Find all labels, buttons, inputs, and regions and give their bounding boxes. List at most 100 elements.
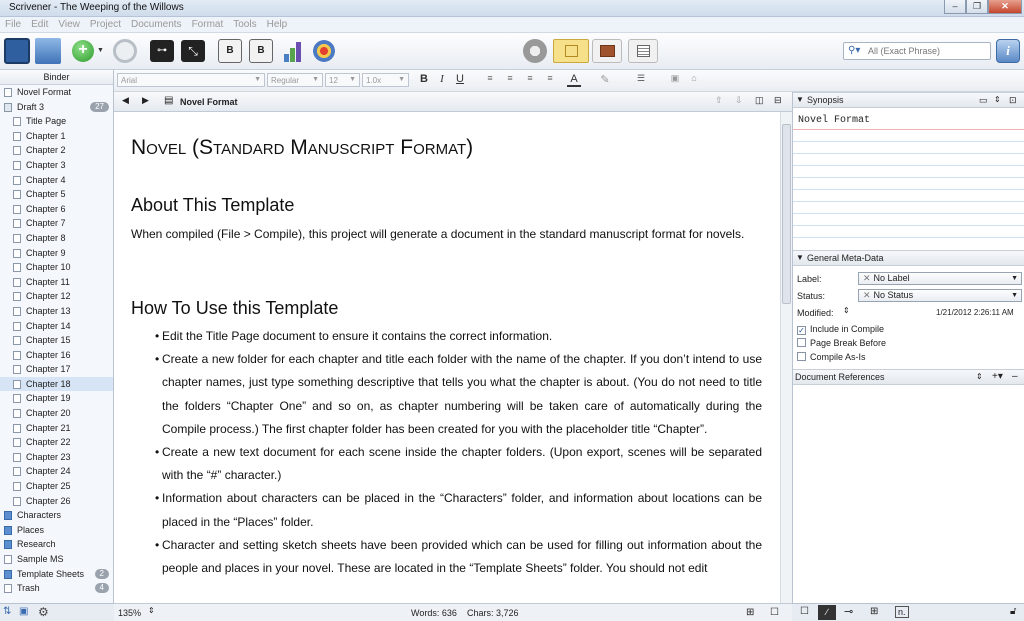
view-outliner-icon[interactable] — [628, 39, 658, 63]
binder-item[interactable]: Template Sheets 2 — [0, 567, 113, 582]
trash-icon[interactable] — [113, 39, 137, 63]
menu-format[interactable]: Format — [187, 17, 229, 30]
label-select[interactable]: ✕ No Label ▼ — [858, 272, 1022, 285]
image-icon[interactable]: ⊡ — [1009, 93, 1017, 107]
menu-file[interactable]: File — [0, 17, 26, 30]
align-justify-icon[interactable]: ≡ — [543, 73, 557, 83]
status-select[interactable]: ✕ No Status ▼ — [858, 289, 1022, 302]
search-input[interactable]: ⚲▾ All (Exact Phrase) — [843, 42, 991, 60]
bold-icon[interactable]: B — [417, 73, 431, 85]
keywords-icon[interactable]: ⊶ — [150, 40, 174, 62]
binder-item[interactable]: Novel Format — [0, 85, 113, 100]
binder-item[interactable]: Chapter 20 — [0, 406, 113, 421]
stepper-icon[interactable]: ⇕ — [976, 370, 983, 384]
zoom-stepper-icon[interactable]: ⇕ — [148, 606, 155, 615]
minimize-button[interactable]: – — [944, 0, 966, 14]
editor-text-area[interactable]: Novel (Standard Manuscript Format) About… — [114, 112, 780, 603]
inspector-toggle-icon[interactable]: i — [996, 39, 1020, 63]
maximize-button[interactable]: ❐ — [966, 0, 988, 14]
zoom-level[interactable]: 135% — [118, 608, 141, 618]
menu-edit[interactable]: Edit — [26, 17, 53, 30]
keywords-tab-icon[interactable]: ⊸ — [844, 605, 853, 618]
snapshot-camera-icon[interactable] — [523, 39, 547, 63]
forward-arrow-icon[interactable]: ▶ — [142, 95, 149, 106]
binder-toggle-icon[interactable] — [4, 38, 30, 64]
binder-item[interactable]: Characters — [0, 508, 113, 523]
split-vertical-icon[interactable]: ◫ — [755, 95, 764, 106]
new-folder-icon[interactable]: ▣ — [19, 606, 28, 617]
statistics-icon[interactable] — [282, 40, 304, 62]
synopsis-header[interactable]: ▼ Synopsis ▭ ⇕ ⊡ — [793, 92, 1024, 108]
binder-item[interactable]: Chapter 18 — [0, 376, 113, 392]
binder-item[interactable]: Chapter 5 — [0, 187, 113, 202]
binder-item[interactable]: Chapter 12 — [0, 289, 113, 304]
snapshot-icon[interactable]: B — [249, 39, 273, 63]
binder-item[interactable]: Chapter 17 — [0, 362, 113, 377]
text-color-icon[interactable]: A — [567, 73, 581, 87]
snapshots-tab-icon[interactable]: ⊞ — [870, 606, 878, 617]
binder-item[interactable]: Chapter 2 — [0, 143, 113, 158]
binder-item[interactable]: Chapter 22 — [0, 435, 113, 450]
back-arrow-icon[interactable]: ◀ — [122, 95, 129, 106]
comments-tab-icon[interactable]: n. — [895, 606, 909, 618]
add-icon[interactable]: + — [72, 40, 94, 62]
lock-icon[interactable]: 🔓︎ — [1010, 606, 1016, 617]
menu-documents[interactable]: Documents — [126, 17, 187, 30]
fullscreen-icon[interactable]: ⤡ — [181, 40, 205, 62]
binder-item[interactable]: Chapter 10 — [0, 260, 113, 275]
binder-item[interactable]: Chapter 8 — [0, 231, 113, 246]
next-doc-icon[interactable]: ⇩ — [735, 95, 743, 106]
document-references-header[interactable]: Document References ⇕ +▾ – — [793, 369, 1024, 385]
binder-item[interactable]: Draft 3 27 — [0, 100, 113, 115]
references-tab-icon[interactable]: ∕ — [818, 605, 836, 620]
notes-tab-icon[interactable]: ☐ — [800, 606, 809, 617]
align-left-icon[interactable]: ≡ — [483, 73, 497, 83]
image-icon[interactable]: ▣ — [668, 73, 682, 84]
binder-item[interactable]: Sample MS — [0, 552, 113, 567]
align-center-icon[interactable]: ≡ — [503, 73, 517, 83]
document-icon[interactable]: ▤ — [164, 95, 173, 106]
italic-icon[interactable]: I — [435, 73, 449, 85]
binder-item[interactable]: Chapter 7 — [0, 216, 113, 231]
page-break-before-checkbox[interactable]: Page Break Before — [797, 338, 886, 348]
binder-item[interactable]: Chapter 26 — [0, 494, 113, 509]
font-style-select[interactable]: Regular ▼ — [267, 73, 323, 87]
binder-item[interactable]: Chapter 6 — [0, 202, 113, 217]
compile-icon[interactable]: B — [218, 39, 242, 63]
binder-item[interactable]: Trash 4 — [0, 581, 113, 596]
editor-scrollbar[interactable] — [780, 112, 792, 603]
remove-reference-icon[interactable]: – — [1012, 370, 1018, 384]
footer-icon[interactable]: ☐ — [770, 607, 779, 618]
binder-item[interactable]: Chapter 3 — [0, 158, 113, 173]
binder-item[interactable]: Chapter 14 — [0, 319, 113, 334]
view-scrivenings-icon[interactable] — [553, 39, 589, 63]
binder-item[interactable]: Chapter 24 — [0, 464, 113, 479]
binder-item[interactable]: Chapter 21 — [0, 421, 113, 436]
align-right-icon[interactable]: ≡ — [523, 73, 537, 83]
font-family-select[interactable]: Arial ▼ — [117, 73, 265, 87]
binder-item[interactable]: Chapter 16 — [0, 348, 113, 363]
scrollbar-thumb[interactable] — [782, 124, 791, 304]
add-menu-chevron-icon[interactable]: ▼ — [97, 38, 107, 64]
binder-item[interactable]: Chapter 25 — [0, 479, 113, 494]
gear-icon[interactable]: ⚙ — [38, 605, 49, 619]
previous-doc-icon[interactable]: ⇧ — [715, 95, 723, 106]
font-size-select[interactable]: 12 ▼ — [325, 73, 360, 87]
date-stepper-icon[interactable]: ⇕ — [843, 306, 850, 315]
compile-as-is-checkbox[interactable]: Compile As-Is — [797, 352, 866, 362]
binder-item[interactable]: Title Page — [0, 114, 113, 129]
binder-item[interactable]: Chapter 23 — [0, 450, 113, 465]
include-in-compile-checkbox[interactable]: ✓ Include in Compile — [797, 324, 884, 335]
line-spacing-select[interactable]: 1.0x ▼ — [362, 73, 409, 87]
binder-item[interactable]: Chapter 19 — [0, 391, 113, 406]
view-corkboard-icon[interactable] — [592, 39, 622, 63]
menu-help[interactable]: Help — [262, 17, 293, 30]
list-icon[interactable]: ☰ — [634, 73, 648, 84]
binder-item[interactable]: Research — [0, 537, 113, 552]
binder-item[interactable]: Chapter 15 — [0, 333, 113, 348]
target-count-icon[interactable]: ⊞ — [746, 607, 754, 618]
binder-item[interactable]: Chapter 4 — [0, 173, 113, 188]
binder-item[interactable]: Chapter 9 — [0, 246, 113, 261]
binder-item[interactable]: Places — [0, 523, 113, 538]
highlight-icon[interactable]: ✎ — [598, 73, 612, 86]
